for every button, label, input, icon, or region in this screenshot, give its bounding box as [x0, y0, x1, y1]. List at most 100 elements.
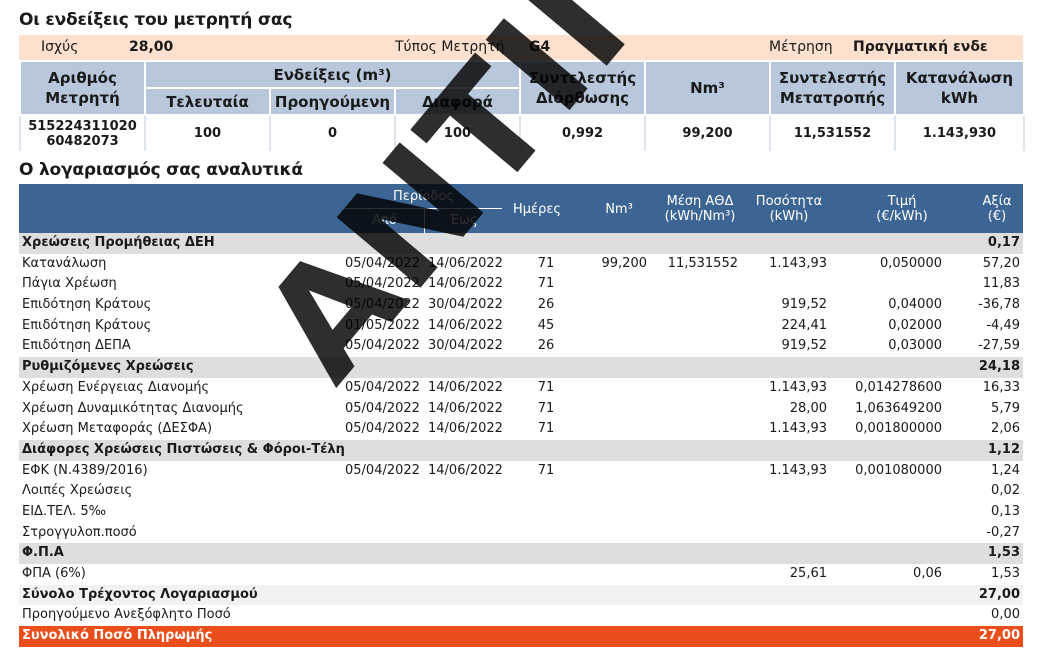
from-header: Από: [372, 213, 397, 228]
row-to-date: 14/06/2022: [428, 276, 503, 292]
meter-type-value: G4: [529, 39, 551, 55]
row-value: 0,13: [991, 503, 1020, 519]
meter-info-bar: Ισχύς 28,00 Τύπος Μετρητή G4 Μέτρηση Πρα…: [19, 35, 1023, 60]
row-value: 16,33: [982, 379, 1020, 395]
row-value: 57,20: [982, 255, 1020, 271]
row-price: 0,014278600: [855, 379, 942, 395]
nm3-column-header: Nm³: [605, 202, 633, 217]
row-label: Χρέωση Ενέργειας Διανομής: [22, 379, 210, 395]
row-price: 0,02000: [888, 317, 942, 333]
bill-group-row: Ρυθμιζόμενες Χρεώσεις 24,18: [19, 357, 1023, 378]
bill-section-title: Ο λογαριασμός σας αναλυτικά: [19, 160, 303, 180]
row-from-date: 05/04/2022: [345, 400, 420, 416]
row-from-date: 05/04/2022: [345, 421, 420, 437]
row-label: Επιδότηση Κράτους: [22, 317, 152, 333]
row-days: 71: [537, 379, 555, 395]
bill-group-row: Χρεώσεις Προμήθειας ΔΕΗ 0,17: [19, 233, 1023, 254]
price-header: Τιμή (€/kWh): [876, 194, 928, 224]
period-header: Περίοδος: [393, 189, 454, 204]
previous-reading-header: Προηγούμενη: [269, 87, 396, 116]
row-value: 0,17: [987, 235, 1020, 250]
row-days: 45: [537, 317, 555, 333]
consumption-header: Κατανάλωση kWh: [894, 60, 1025, 116]
row-days: 71: [537, 421, 555, 437]
row-value: 0,02: [991, 483, 1020, 499]
row-avg-gcv: 11,531552: [667, 255, 738, 271]
bill-line-row: Πάγια Χρέωση 05/04/2022 14/06/2022 71 11,83: [19, 274, 1023, 295]
row-value: 1,53: [991, 566, 1020, 581]
row-label: Διάφορες Χρεώσεις Πιστώσεις & Φόροι-Τέλη: [22, 441, 345, 457]
row-from-date: 01/05/2022: [345, 317, 420, 333]
meter-number-line-1: 515224311020: [28, 118, 137, 134]
meter-number-cell: 515224311020 60482073: [19, 115, 146, 151]
bill-line-row: Στρογγυλοπ.ποσό -0,27: [19, 523, 1023, 544]
nm3-cell: 99,200: [644, 115, 771, 151]
nm3-header: Nm³: [644, 60, 771, 116]
row-to-date: 30/04/2022: [428, 338, 503, 354]
row-to-date: 14/06/2022: [428, 379, 503, 395]
row-value: -0,27: [986, 524, 1020, 540]
row-to-date: 14/06/2022: [428, 255, 503, 271]
meter-type-label: Τύπος Μετρητή: [395, 39, 505, 55]
row-quantity: 1.143,93: [769, 462, 827, 478]
meter-section-title: Οι ενδείξεις του μετρητή σας: [19, 10, 293, 30]
row-price: 0,04000: [888, 297, 942, 313]
row-value: -27,59: [978, 338, 1020, 354]
row-value: -4,49: [986, 317, 1020, 333]
power-value: 28,00: [129, 39, 174, 55]
last-reading-header: Τελευταία: [144, 87, 271, 116]
row-label: Χρέωση Μεταφοράς (ΔΕΣΦΑ): [22, 421, 213, 437]
bill-group-row: Φ.Π.Α 1,53: [19, 543, 1023, 564]
row-price: 0,050000: [879, 255, 942, 271]
bill-table-body: Χρεώσεις Προμήθειας ΔΕΗ 0,17 Κατανάλωση 05/…: [19, 233, 1023, 647]
quantity-header: Ποσότητα (kWh): [755, 194, 823, 224]
previous-reading-cell: 0: [269, 115, 396, 151]
row-label: Ρυθμιζόμενες Χρεώσεις: [22, 359, 194, 375]
row-label: ΦΠΑ (6%): [22, 566, 86, 581]
row-quantity: 919,52: [781, 338, 828, 354]
readings-header: Ενδείξεις (m³): [144, 60, 521, 89]
consumption-cell: 1.143,930: [894, 115, 1025, 151]
bill-line-row: ΦΠΑ (6%) 25,61 0,06 1,53: [19, 564, 1023, 585]
reading-label: Μέτρηση: [769, 39, 833, 55]
bill-line-row: Χρέωση Μεταφοράς (ΔΕΣΦΑ) 05/04/2022 14/06/…: [19, 419, 1023, 440]
row-value: 1,53: [987, 545, 1020, 561]
bill-line-row: Λοιπές Χρεώσεις 0,02: [19, 481, 1023, 502]
bill-line-row: Επιδότηση Κράτους 01/05/2022 14/06/2022 45 2…: [19, 316, 1023, 337]
power-label: Ισχύς: [41, 39, 79, 55]
row-value: 24,18: [978, 359, 1020, 375]
row-from-date: 05/04/2022: [345, 297, 420, 313]
row-days: 71: [537, 276, 555, 292]
days-header: Ημέρες: [513, 202, 561, 217]
bill-total-row: Σύνολο Τρέχοντος Λογαριασμού 27,00: [19, 584, 1023, 606]
conversion-factor-header: Συντελεστής Μετατροπής: [769, 60, 896, 116]
row-quantity: 919,52: [781, 297, 828, 313]
bill-line-row: Κατανάλωση 05/04/2022 14/06/2022 71 99,200 11…: [19, 254, 1023, 275]
row-days: 26: [537, 338, 555, 354]
reading-value: Πραγματική ενδε: [853, 39, 988, 55]
row-value: 0,00: [991, 607, 1020, 623]
row-label: Πάγια Χρέωση: [22, 276, 117, 292]
row-value: 2,06: [991, 421, 1020, 437]
row-label: Προηγούμενο Ανεξόφλητο Ποσό: [22, 607, 231, 623]
row-label: Συνολικό Ποσό Πληρωμής: [22, 628, 213, 644]
row-from-date: 05/04/2022: [345, 462, 420, 478]
row-quantity: 1.143,93: [769, 255, 827, 271]
row-label: Φ.Π.Α: [22, 545, 64, 561]
row-label: ΕΙΔ.ΤΕΛ. 5‰: [22, 503, 107, 519]
to-header: Έως: [449, 213, 478, 228]
row-label: Χρέωση Δυναμικότητας Διανομής: [22, 400, 244, 416]
row-value: 11,83: [982, 276, 1020, 292]
correction-factor-header: Συντελεστής Διόρθωσης: [519, 60, 646, 116]
avg-gcv-header: Μέση ΑΘΔ (kWh/Nm³): [664, 194, 736, 224]
row-value: 1,12: [987, 441, 1020, 457]
row-label: Λοιπές Χρεώσεις: [22, 483, 133, 499]
bill-line-row: Επιδότηση ΔΕΠΑ 05/04/2022 30/04/2022 26 919,…: [19, 336, 1023, 357]
bill-line-row: Επιδότηση Κράτους 05/04/2022 30/04/2022 26 9…: [19, 295, 1023, 316]
row-quantity: 1.143,93: [769, 421, 827, 437]
meter-number-line-2: 60482073: [46, 133, 119, 149]
row-label: Κατανάλωση: [22, 255, 107, 271]
row-label: ΕΦΚ (Ν.4389/2016): [22, 462, 148, 478]
row-value: -36,78: [978, 297, 1020, 313]
difference-cell: 100: [394, 115, 521, 151]
